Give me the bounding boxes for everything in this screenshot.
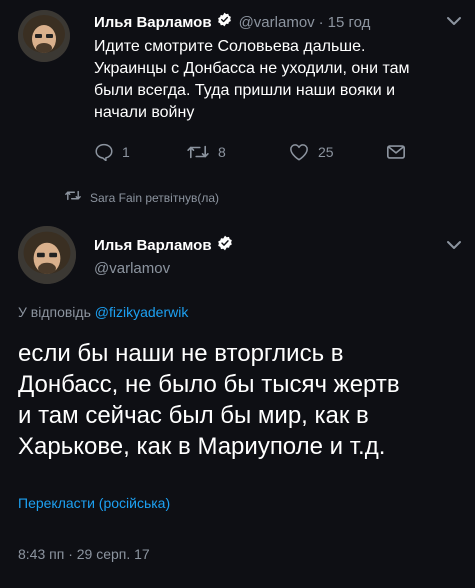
tweet-text-line: Донбасс, не было бы тысяч жертв bbox=[18, 371, 400, 398]
tweet-text: если бы наши не вторглись в Донбасс, не … bbox=[18, 338, 468, 462]
author-handle[interactable]: @varlamov bbox=[239, 14, 315, 31]
tweet-text-line: Харькове, как в Мариуполе и т.д. bbox=[18, 433, 386, 460]
reply-prefix: У відповідь bbox=[18, 304, 91, 320]
avatar[interactable] bbox=[18, 10, 70, 62]
reply-count: 1 bbox=[122, 144, 130, 160]
verified-icon bbox=[217, 12, 232, 32]
tweet-text-line: были всегда. Туда пришли наши вояки и bbox=[94, 82, 396, 99]
reply-to-link[interactable]: @fizikyaderwik bbox=[95, 304, 189, 320]
author-name[interactable]: Илья Варламов bbox=[94, 14, 212, 31]
chevron-down-icon[interactable] bbox=[445, 238, 463, 252]
tweet-timestamp: 8:43 пп · 29 серп. 17 bbox=[18, 546, 150, 562]
like-button[interactable]: 25 bbox=[288, 142, 334, 162]
reply-button[interactable]: 1 bbox=[94, 142, 130, 162]
author-name[interactable]: Илья Варламов bbox=[94, 237, 212, 254]
tweet-time[interactable]: 15 год bbox=[328, 14, 371, 31]
reply-context: У відповідь @fizikyaderwik bbox=[18, 304, 188, 320]
translate-link[interactable]: Перекласти (російська) bbox=[18, 495, 170, 511]
retweet-notice[interactable]: Sara Fain ретвітнув(ла) bbox=[90, 191, 219, 205]
separator-dot: · bbox=[318, 13, 324, 31]
chevron-down-icon[interactable] bbox=[445, 14, 463, 28]
retweet-icon bbox=[64, 189, 82, 207]
like-count: 25 bbox=[318, 144, 334, 160]
tweet-text-line: Идите смотрите Соловьева дальше. bbox=[94, 38, 366, 55]
tweet-text-line: если бы наши не вторглись в bbox=[18, 340, 344, 367]
retweet-count: 8 bbox=[218, 144, 226, 160]
author-handle[interactable]: @varlamov bbox=[94, 260, 170, 277]
share-icon bbox=[386, 144, 414, 160]
tweet-text-line: начали войну bbox=[94, 104, 195, 121]
share-button[interactable] bbox=[386, 142, 414, 162]
retweet-button[interactable]: 8 bbox=[186, 142, 226, 162]
avatar[interactable] bbox=[18, 226, 76, 284]
tweet-text: Идите смотрите Соловьева дальше. Украинц… bbox=[94, 36, 464, 124]
reply-icon bbox=[94, 143, 122, 161]
verified-icon bbox=[217, 235, 233, 256]
retweet-icon bbox=[186, 143, 218, 161]
tweet-text-line: Украинцы с Донбасса не уходили, они там bbox=[94, 60, 410, 77]
tweet-text-line: и там сейчас был бы мир, как в bbox=[18, 402, 369, 429]
like-icon bbox=[288, 143, 318, 161]
